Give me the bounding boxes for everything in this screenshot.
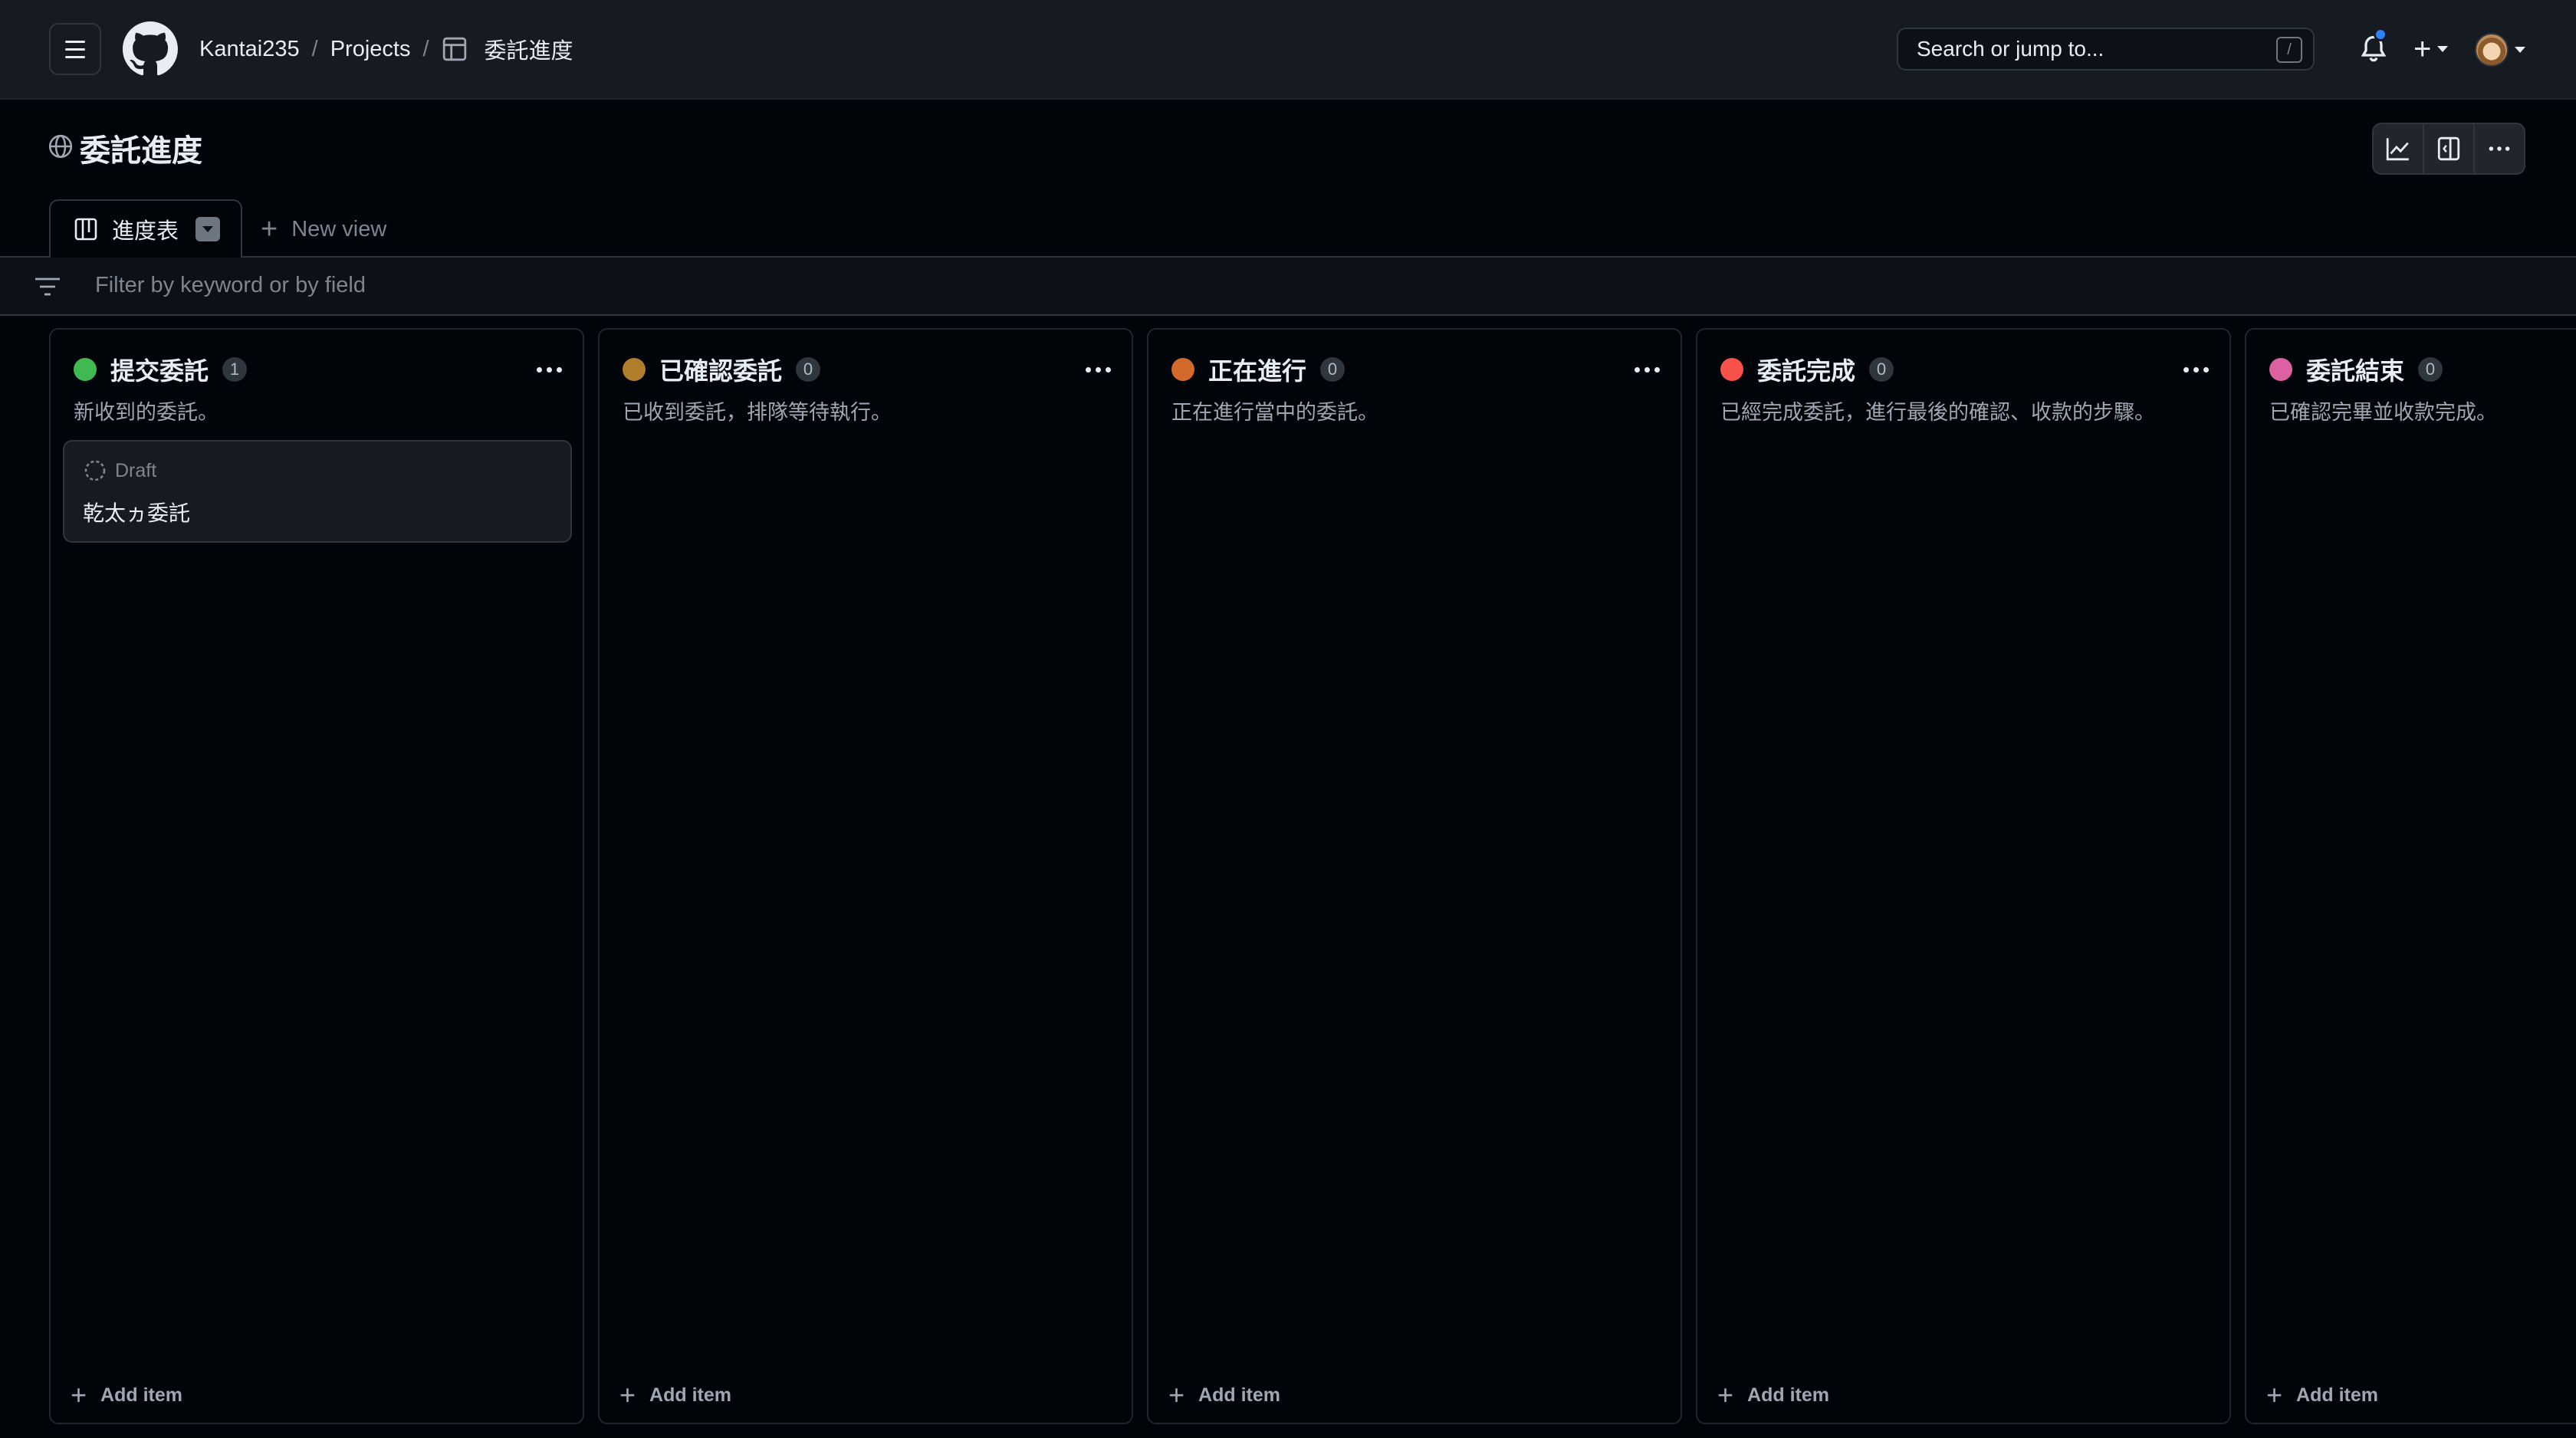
- add-item-label: Add item: [1747, 1384, 1829, 1406]
- status-color-dot: [2269, 358, 2292, 381]
- filter-bar: Filter by keyword or by field: [0, 258, 2576, 316]
- column-item-count: 0: [2418, 357, 2443, 382]
- chevron-down-icon: [2515, 47, 2525, 53]
- filter-icon[interactable]: [34, 274, 61, 299]
- new-view-label: New view: [291, 216, 387, 241]
- board-card[interactable]: Draft 乾太ヵ委託: [63, 440, 572, 543]
- side-panel-button[interactable]: [2424, 124, 2475, 173]
- column-header: 委託結束 0: [2269, 353, 2561, 386]
- column-menu-button[interactable]: [529, 353, 569, 386]
- column-description: 新收到的委託。: [74, 401, 219, 424]
- column-header: 已確認委託 0: [623, 353, 1116, 386]
- column-menu-button[interactable]: [2176, 353, 2216, 386]
- column-item-count: 0: [1320, 357, 1346, 382]
- board-view-icon: [74, 218, 97, 241]
- chevron-down-icon: [202, 226, 214, 232]
- add-item-button[interactable]: + Add item: [619, 1380, 731, 1410]
- breadcrumb-projects-link[interactable]: Projects: [330, 37, 411, 62]
- status-color-dot: [1720, 358, 1743, 381]
- tab-label: 進度表: [112, 219, 179, 244]
- add-item-label: Add item: [649, 1384, 731, 1406]
- side-panel-icon: [2437, 136, 2460, 161]
- hamburger-menu-button[interactable]: [49, 23, 101, 75]
- board-column: 正在進行 0 正在進行當中的委託。 + Add item: [1147, 328, 1682, 1424]
- breadcrumb-current-project[interactable]: 委託進度: [485, 33, 573, 65]
- column-description: 正在進行當中的委託。: [1171, 401, 1378, 424]
- column-title: 委託完成: [1757, 357, 1856, 385]
- insights-button[interactable]: [2374, 124, 2424, 173]
- tab-options-dropdown[interactable]: [196, 217, 221, 241]
- plus-icon: +: [71, 1379, 87, 1410]
- column-description: 已確認完畢並收款完成。: [2269, 401, 2497, 424]
- search-input[interactable]: Search or jump to... /: [1897, 28, 2315, 71]
- breadcrumb-separator: /: [311, 36, 318, 61]
- status-color-dot: [623, 358, 646, 381]
- add-item-button[interactable]: + Add item: [1717, 1380, 1829, 1410]
- column-title: 提交委託: [110, 357, 209, 385]
- column-title: 委託結束: [2306, 357, 2405, 385]
- add-item-label: Add item: [100, 1384, 182, 1406]
- column-description: 已經完成委託，進行最後的確認、收款的步驟。: [1720, 401, 2155, 424]
- new-view-button[interactable]: + New view: [261, 210, 386, 248]
- plus-icon: +: [619, 1379, 636, 1410]
- column-menu-button[interactable]: [1078, 353, 1118, 386]
- add-item-label: Add item: [2296, 1384, 2378, 1406]
- create-new-menu-button[interactable]: +: [2413, 31, 2459, 67]
- card-title[interactable]: 乾太ヵ委託: [83, 497, 190, 527]
- plus-icon: +: [1168, 1379, 1185, 1410]
- column-item-count: 0: [796, 357, 821, 382]
- chevron-down-icon: [2437, 46, 2449, 52]
- avatar: [2475, 33, 2509, 67]
- plus-icon: +: [1717, 1379, 1734, 1410]
- column-menu-button[interactable]: [1627, 353, 1667, 386]
- add-item-button[interactable]: + Add item: [2266, 1380, 2378, 1410]
- user-menu-button[interactable]: [2475, 31, 2528, 69]
- column-item-count: 0: [1869, 357, 1894, 382]
- breadcrumb-owner-link[interactable]: Kantai235: [199, 37, 300, 62]
- card-type-label: Draft: [115, 459, 157, 481]
- chart-icon: [2386, 138, 2409, 161]
- column-header: 提交委託 1: [74, 353, 567, 386]
- search-placeholder: Search or jump to...: [1917, 37, 2104, 61]
- view-tabs: 進度表 + New view: [0, 199, 2576, 259]
- add-item-button[interactable]: + Add item: [71, 1380, 182, 1410]
- page-title: 委託進度: [80, 134, 202, 168]
- draft-icon: [84, 460, 106, 481]
- column-description: 已收到委託，排隊等待執行。: [623, 401, 892, 424]
- table-icon: [442, 37, 466, 61]
- column-item-count: 1: [222, 357, 248, 382]
- board-column: 提交委託 1 新收到的委託。 Draft 乾太ヵ委託 + Add item: [49, 328, 584, 1424]
- add-item-label: Add item: [1198, 1384, 1280, 1406]
- global-header: Kantai235 / Projects / 委託進度 Search or ju…: [0, 0, 2576, 100]
- globe-icon: [48, 134, 73, 159]
- breadcrumb-separator: /: [422, 36, 429, 61]
- board-column: 委託結束 0 已確認完畢並收款完成。 + Add item: [2245, 328, 2576, 1424]
- filter-input[interactable]: Filter by keyword or by field: [95, 273, 366, 298]
- column-title: 已確認委託: [659, 357, 783, 385]
- column-header: 委託完成 0: [1720, 353, 2214, 386]
- kebab-icon: [2489, 146, 2510, 151]
- project-toolbar: [2372, 123, 2525, 175]
- hamburger-icon: [65, 40, 85, 43]
- breadcrumb: Kantai235 / Projects / 委託進度: [199, 31, 573, 67]
- plus-icon: +: [2413, 32, 2432, 66]
- status-color-dot: [74, 358, 97, 381]
- card-type: Draft: [83, 458, 156, 483]
- search-shortcut-key: /: [2276, 37, 2302, 63]
- status-color-dot: [1171, 358, 1194, 381]
- board-column: 已確認委託 0 已收到委託，排隊等待執行。 + Add item: [598, 328, 1133, 1424]
- column-title: 正在進行: [1208, 357, 1307, 385]
- more-options-button[interactable]: [2475, 124, 2524, 173]
- tab-progress-board[interactable]: 進度表: [49, 199, 242, 259]
- plus-icon: +: [2266, 1379, 2283, 1410]
- github-logo-icon[interactable]: [123, 21, 178, 77]
- project-board-page: Kantai235 / Projects / 委託進度 Search or ju…: [0, 0, 2576, 1438]
- board-column: 委託完成 0 已經完成委託，進行最後的確認、收款的步驟。 + Add item: [1696, 328, 2231, 1424]
- column-header: 正在進行 0: [1171, 353, 1665, 386]
- add-item-button[interactable]: + Add item: [1168, 1380, 1280, 1410]
- notification-indicator: [2374, 28, 2387, 41]
- plus-icon: +: [261, 213, 278, 245]
